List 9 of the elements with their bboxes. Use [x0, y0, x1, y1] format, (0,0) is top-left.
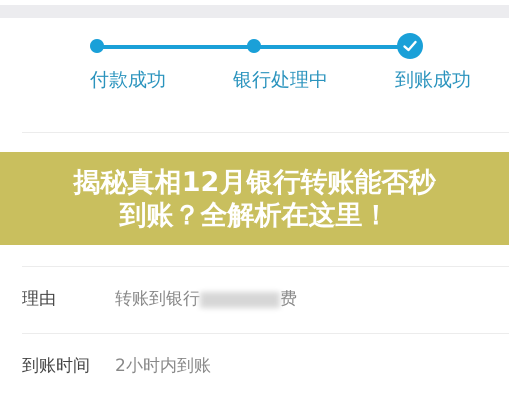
step-label: 付款成功 [89, 68, 168, 93]
row-value: 转账到银行 [115, 288, 200, 312]
row-label: 到账时间 [22, 355, 91, 378]
step-label: 到账成功 [394, 68, 472, 93]
banner-title: 揭秘真相12月银行转账能否秒到账？全解析在这里！ [72, 166, 437, 232]
row-value: 2小时内到账 [115, 355, 211, 378]
row-label: 理由 [22, 288, 57, 312]
row-value: 费 [280, 288, 297, 312]
step-label: 银行处理中 [232, 68, 329, 93]
